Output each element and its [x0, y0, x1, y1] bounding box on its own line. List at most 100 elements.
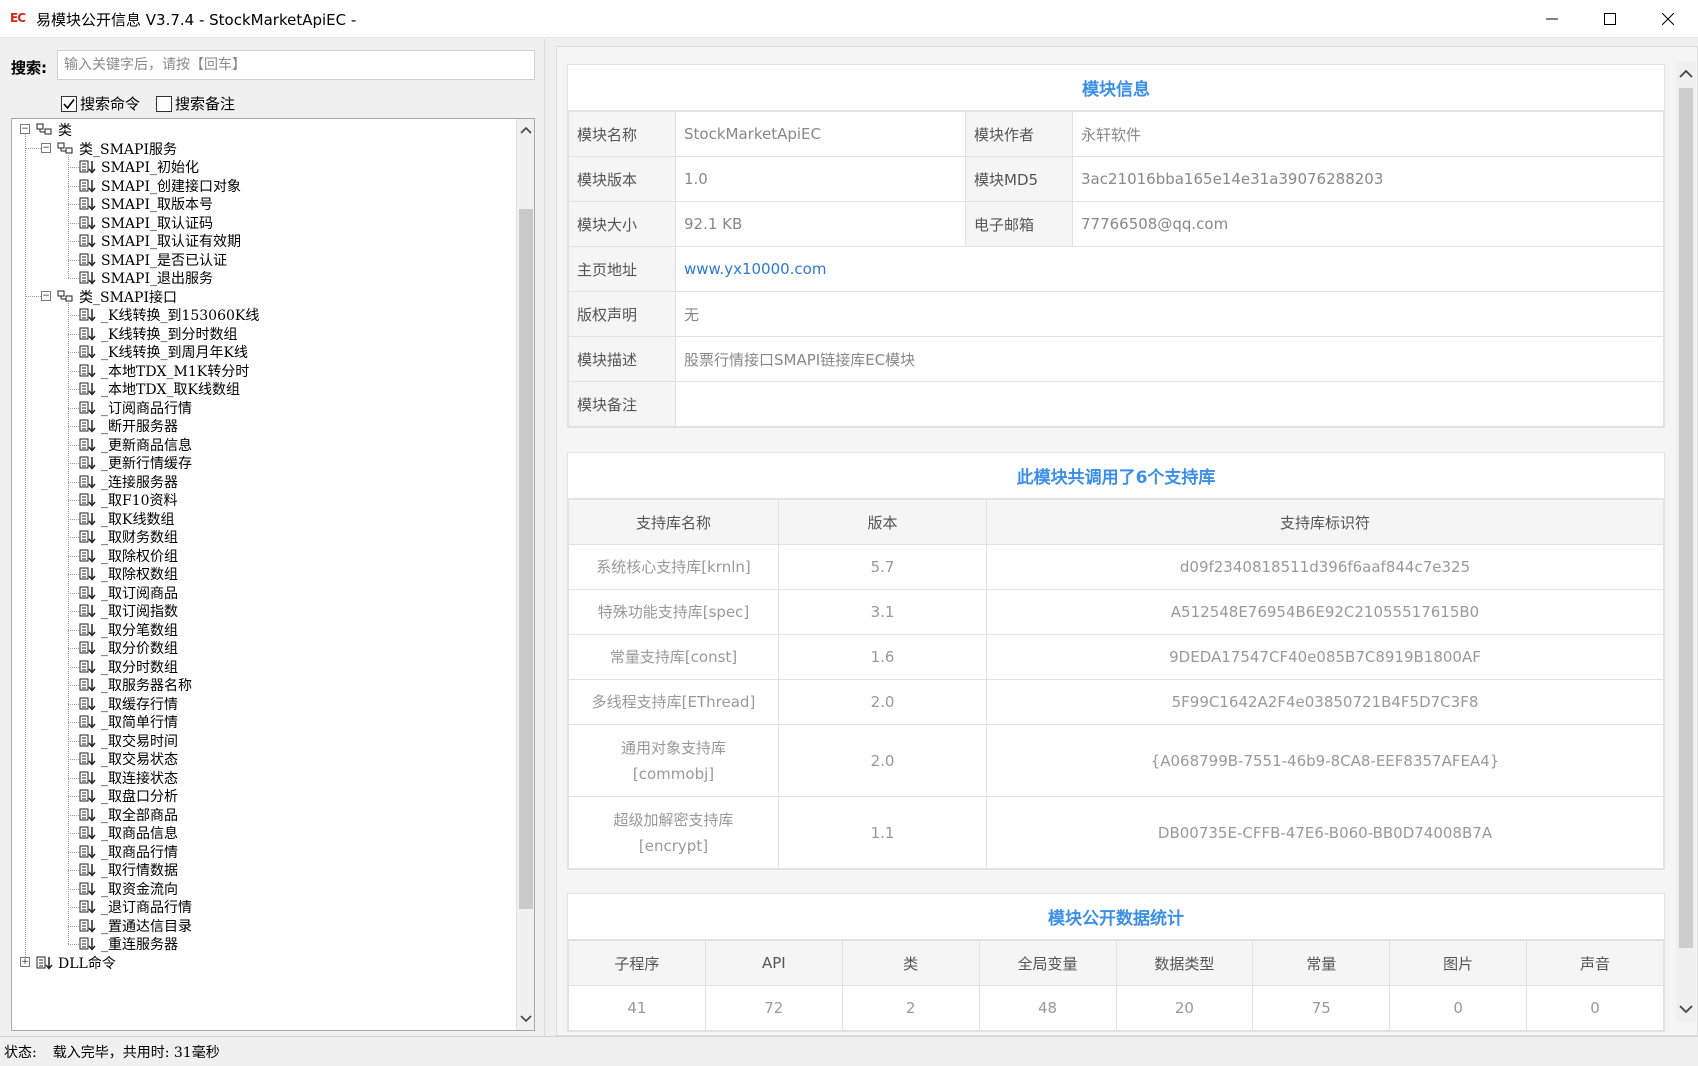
tree-method-node[interactable]: _取分笔数组	[79, 620, 178, 640]
scroll-down-icon[interactable]	[517, 1010, 534, 1028]
tree-guide-line	[68, 740, 79, 742]
homepage-link[interactable]: www.yx10000.com	[684, 260, 826, 278]
close-button[interactable]	[1639, 0, 1697, 38]
tree-content: − 类 − 类_SMAPI服务 SMAPI_初始化 SMAPI_创建接口对象 SMAPI_取…	[12, 119, 517, 1030]
tree-method-node[interactable]: _取除权数组	[79, 564, 178, 584]
tree-method-node[interactable]: _订阅商品行情	[79, 398, 192, 418]
tree-node-label: _退订商品行情	[101, 900, 192, 916]
scroll-up-icon[interactable]	[1676, 62, 1696, 84]
tree-method-node[interactable]: _取财务数组	[79, 527, 178, 547]
tree-collapse-icon[interactable]: −	[20, 124, 30, 134]
status-label: 状态:	[4, 1044, 37, 1061]
tree-method-node[interactable]: _更新商品信息	[79, 435, 192, 455]
tree-method-node[interactable]: _断开服务器	[79, 416, 178, 436]
tree-method-node[interactable]: _取服务器名称	[79, 675, 192, 695]
tree-method-node[interactable]: _K线转换_到分时数组	[79, 324, 237, 344]
tree-method-node[interactable]: _取F10资料	[79, 490, 178, 510]
tree-method-node[interactable]: _取订阅商品	[79, 583, 178, 603]
tree-method-node[interactable]: _取交易时间	[79, 731, 178, 751]
scroll-up-icon[interactable]	[517, 121, 534, 139]
note-value	[675, 381, 1664, 427]
tree-class-node[interactable]: 类_SMAPI服务	[57, 139, 177, 159]
tree-method-node[interactable]: _本地TDX_取K线数组	[79, 379, 240, 399]
tree-method-node[interactable]: _取连接状态	[79, 768, 178, 788]
module-email-value: 77766508@qq.com	[1072, 201, 1664, 247]
tree-method-node[interactable]: SMAPI_取版本号	[79, 194, 213, 214]
tree-expand-icon[interactable]: +	[20, 956, 30, 967]
tree-method-node[interactable]: SMAPI_取认证有效期	[79, 231, 241, 251]
minimize-button[interactable]	[1523, 0, 1581, 38]
tree-method-node[interactable]: _取除权价组	[79, 546, 178, 566]
stat-value: 20	[1115, 985, 1254, 1031]
tree-node-label: _取分时数组	[101, 659, 178, 676]
tree-scroll-thumb[interactable]	[519, 209, 533, 909]
lib-header: 支持库标识符	[986, 499, 1664, 545]
tree-method-node[interactable]: SMAPI_创建接口对象	[79, 176, 241, 196]
tree-method-node[interactable]: _取K线数组	[79, 509, 174, 529]
tree-scrollbar[interactable]	[516, 119, 534, 1030]
module-info-title: 模块信息	[568, 65, 1664, 111]
tree-method-node[interactable]: _重连服务器	[79, 934, 178, 954]
tree-guide-line	[68, 851, 79, 853]
table-row: 通用对象支持库 [commobj] 2.0 {A068799B-7551-46b…	[568, 724, 1664, 797]
tree-method-node[interactable]: _取资金流向	[79, 879, 178, 899]
tree-method-node[interactable]: _取行情数据	[79, 860, 178, 880]
tree-guide-line	[68, 153, 69, 278]
lib-name-line2: [commobj]	[632, 764, 715, 783]
info-key: 电子邮箱	[965, 201, 1073, 247]
tree-guide-line	[68, 648, 79, 649]
tree-method-node[interactable]: _取订阅指数	[79, 601, 178, 621]
tree-method-node[interactable]: _K线转换_到153060K线	[79, 305, 259, 325]
tree-method-node[interactable]: _取缓存行情	[79, 694, 178, 714]
tree-method-node[interactable]: _更新行情缓存	[79, 453, 192, 473]
tree-guide-line	[68, 925, 79, 927]
search-notes-label: 搜索备注	[175, 95, 236, 113]
tree-node-label: _取缓存行情	[101, 696, 178, 713]
module-tree[interactable]: − 类 − 类_SMAPI服务 SMAPI_初始化 SMAPI_创建接口对象 SMAPI_取…	[11, 118, 535, 1031]
tree-collapse-icon[interactable]: −	[41, 290, 51, 301]
search-notes-checkbox[interactable]: 搜索备注	[156, 93, 235, 114]
tree-collapse-icon[interactable]: −	[41, 142, 51, 153]
right-scroll-thumb[interactable]	[1679, 88, 1693, 948]
tree-method-node[interactable]: _取简单行情	[79, 712, 178, 732]
close-icon	[1662, 13, 1674, 25]
lib-header: 支持库名称	[568, 499, 779, 545]
tree-method-node[interactable]: _取全部商品	[79, 805, 178, 825]
tree-method-node[interactable]: _取分时数组	[79, 657, 178, 677]
tree-method-node[interactable]: SMAPI_初始化	[79, 157, 199, 177]
tree-method-node[interactable]: SMAPI_取认证码	[79, 213, 213, 233]
tree-node-label: _取除权价组	[101, 548, 178, 565]
tree-method-node[interactable]: SMAPI_退出服务	[79, 268, 213, 288]
right-scrollbar[interactable]	[1676, 62, 1696, 1022]
stat-value: 75	[1252, 985, 1391, 1031]
lib-id: A512548E76954B6E92C21055517615B0	[986, 589, 1664, 635]
tree-method-node[interactable]: _取交易状态	[79, 749, 178, 769]
tree-root-class[interactable]: 类	[36, 120, 72, 140]
maximize-button[interactable]	[1581, 0, 1639, 38]
tree-method-node[interactable]: _取商品信息	[79, 823, 178, 843]
checkbox-checked-icon	[61, 95, 77, 112]
tree-node-label: _重连服务器	[101, 937, 178, 953]
tree-node-label: SMAPI_初始化	[101, 160, 199, 176]
tree-guide-line	[68, 426, 79, 427]
tree-method-node[interactable]: _K线转换_到周月年K线	[79, 342, 248, 362]
search-input[interactable]	[57, 50, 535, 80]
tree-node-label: SMAPI_取认证有效期	[101, 234, 241, 250]
scroll-down-icon[interactable]	[1676, 998, 1696, 1020]
tree-method-node[interactable]: _连接服务器	[79, 472, 178, 492]
tree-method-node[interactable]: _取分价数组	[79, 638, 178, 658]
tree-class-node[interactable]: 类_SMAPI接口	[57, 287, 177, 307]
tree-method-node[interactable]: _置通达信目录	[79, 916, 192, 936]
tree-root-dll[interactable]: DLL命令	[36, 953, 116, 973]
module-name-value: StockMarketApiEC	[675, 111, 966, 157]
panel-splitter[interactable]	[544, 39, 552, 1036]
search-commands-checkbox[interactable]: 搜索命令	[61, 93, 140, 114]
tree-method-node[interactable]: _本地TDX_M1K转分时	[79, 361, 249, 381]
method-icon	[79, 863, 96, 877]
tree-method-node[interactable]: SMAPI_是否已认证	[79, 250, 227, 270]
tree-method-node[interactable]: _取商品行情	[79, 842, 178, 862]
tree-node-label: _取分价数组	[101, 641, 178, 657]
tree-method-node[interactable]: _退订商品行情	[79, 897, 192, 917]
tree-method-node[interactable]: _取盘口分析	[79, 786, 178, 806]
lib-id: 9DEDA17547CF40e085B7C8919B1800AF	[986, 634, 1664, 680]
